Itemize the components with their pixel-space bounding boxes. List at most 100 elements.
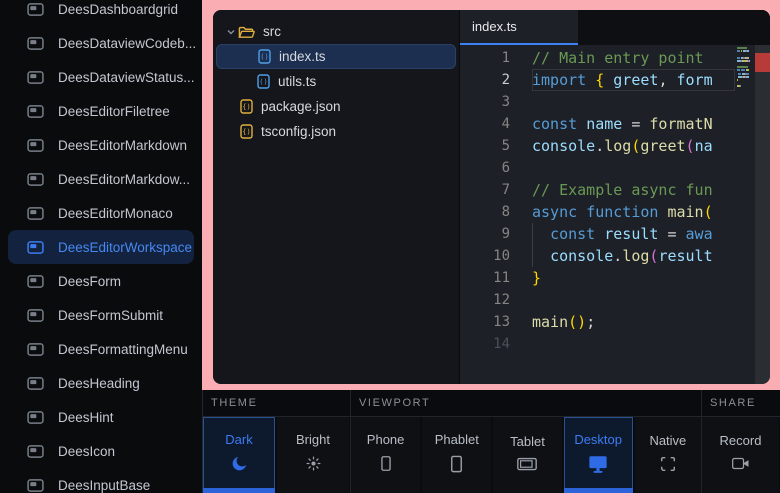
line-number: 14 (460, 333, 510, 355)
sidebar-item-deesform[interactable]: DeesForm (0, 264, 202, 298)
editor-scrollbar[interactable] (755, 45, 770, 384)
minimap-segment (740, 85, 741, 87)
sidebar-item-deesdataviewcodeb[interactable]: DeesDataviewCodeb... (0, 26, 202, 60)
minimap-line (737, 79, 755, 81)
toolbar-buttons: Phone PhabletTabletDesktopNative (351, 417, 701, 493)
minimap[interactable] (735, 45, 755, 384)
tree-item-src[interactable]: src (216, 19, 456, 44)
code-line: 2import { greet, form (460, 69, 735, 91)
line-number: 5 (460, 135, 510, 157)
code-token: const (532, 115, 577, 133)
code-token: greet (640, 137, 685, 155)
minimap-line (737, 60, 755, 62)
code-token: form (677, 71, 713, 89)
sidebar-item-deeseditorfiletree[interactable]: DeesEditorFiletree (0, 94, 202, 128)
sidebar-item-label: DeesEditorMarkdow... (58, 172, 190, 187)
minimap-line (737, 73, 755, 75)
tree-item-package-json[interactable]: {)package.json (216, 94, 456, 119)
widget-icon (27, 275, 44, 288)
sidebar-item-deesicon[interactable]: DeesIcon (0, 434, 202, 468)
sidebar-item-label: DeesEditorMonaco (58, 206, 173, 221)
sidebar-item-label: DeesEditorWorkspace (58, 240, 192, 255)
selected-indicator (564, 488, 633, 493)
sun-icon (304, 454, 323, 473)
sidebar-item-deeseditormarkdow[interactable]: DeesEditorMarkdow... (0, 162, 202, 196)
widget-icon (27, 139, 44, 152)
bright-button[interactable]: Bright (277, 417, 349, 493)
widget-icon (27, 309, 44, 322)
ts-file-icon: () (257, 74, 270, 89)
minimap-segment (737, 66, 748, 68)
code-token: const (550, 225, 595, 243)
button-label: Dark (225, 432, 252, 447)
minimap-line (737, 85, 755, 87)
code-token: main (532, 313, 568, 331)
sidebar-item-label: DeesFormSubmit (58, 308, 163, 323)
dark-button[interactable]: Dark (203, 417, 275, 493)
file-tree: src()index.ts()utils.ts{)package.json{)t… (213, 10, 459, 384)
line-content: // Example async fun (532, 179, 735, 201)
code-token: main (667, 203, 703, 221)
tablet-button[interactable]: Tablet (493, 417, 561, 493)
sidebar-item-label: DeesFormattingMenu (58, 342, 188, 357)
code-lines: 1// Main entry point2import { greet, for… (460, 45, 735, 384)
tree-item-tsconfig-json[interactable]: {)tsconfig.json (216, 119, 456, 144)
minimap-segment (746, 76, 749, 78)
native-button[interactable]: Native (635, 417, 701, 493)
indent-guide (532, 223, 533, 245)
sidebar-item-deesformsubmit[interactable]: DeesFormSubmit (0, 298, 202, 332)
svg-text:{): {) (242, 103, 250, 111)
demo-wrapper: src()index.ts()utils.ts{)package.json{)t… (202, 0, 780, 390)
line-number: 8 (460, 201, 510, 223)
sidebar-item-label: DeesForm (58, 274, 121, 289)
button-label: Record (720, 433, 762, 448)
tree-item-index-ts[interactable]: ()index.ts (216, 44, 456, 69)
button-label: Phone (367, 432, 405, 447)
sidebar-item-deesformattingmenu[interactable]: DeesFormattingMenu (0, 332, 202, 366)
toolbar-section-title: VIEWPORT (351, 390, 701, 417)
tree-item-utils-ts[interactable]: ()utils.ts (216, 69, 456, 94)
line-content: console.log(result (532, 245, 735, 267)
minimap-segment (747, 50, 749, 52)
chevron-down-icon[interactable] (224, 27, 238, 37)
code-token: awa (686, 225, 713, 243)
code-editor: index.ts 1// Main entry point2import { g… (459, 10, 770, 384)
code-token: log (622, 247, 649, 265)
phablet-button[interactable]: Phablet (422, 417, 491, 493)
bottom-toolbar: THEMEDarkBrightVIEWPORTPhonePhabletTable… (202, 390, 780, 493)
sidebar-item-deesheading[interactable]: DeesHeading (0, 366, 202, 400)
sidebar-item-deeshint[interactable]: DeesHint (0, 400, 202, 434)
sidebar-item-label: DeesIcon (58, 444, 115, 459)
widget-icon (27, 207, 44, 220)
sidebar-item-deeseditormonaco[interactable]: DeesEditorMonaco (0, 196, 202, 230)
sidebar-item-deeseditormarkdown[interactable]: DeesEditorMarkdown (0, 128, 202, 162)
minimap-line (737, 82, 755, 84)
line-content: const name = formatN (532, 113, 735, 135)
sidebar-item-deesdataviewstatus[interactable]: DeesDataviewStatus... (0, 60, 202, 94)
line-number: 7 (460, 179, 510, 201)
code-token: result (658, 247, 712, 265)
widget-icon (27, 37, 44, 50)
editor-code-area[interactable]: 1// Main entry point2import { greet, for… (460, 45, 770, 384)
editor-workspace-component: src()index.ts()utils.ts{)package.json{)t… (213, 10, 770, 384)
sidebar-item-deesdashboardgrid[interactable]: DeesDashboardgrid (0, 0, 202, 26)
component-list: DeesDashboardgridDeesDataviewCodeb...Dee… (0, 0, 202, 493)
sidebar-item-label: DeesHeading (58, 376, 140, 391)
editor-tab-index-ts[interactable]: index.ts (460, 10, 578, 45)
desktop-button[interactable]: Desktop (564, 417, 633, 493)
minimap-line (737, 76, 755, 78)
code-token (604, 71, 613, 89)
line-number: 13 (460, 311, 510, 333)
code-line: 9 const result = awa (460, 223, 735, 245)
code-token (532, 225, 550, 243)
sidebar-item-deeseditorworkspace[interactable]: DeesEditorWorkspace (8, 230, 194, 264)
code-token: result (604, 225, 658, 243)
code-line: 10 console.log(result (460, 245, 735, 267)
minimap-segment (749, 60, 750, 62)
code-token: import (532, 71, 586, 89)
sidebar-item-deesinputbase[interactable]: DeesInputBase (0, 468, 202, 493)
record-button[interactable]: Record (702, 417, 779, 493)
phone-button[interactable]: Phone (351, 417, 420, 493)
code-line: 1// Main entry point (460, 47, 735, 69)
sidebar-item-label: DeesHint (58, 410, 114, 425)
